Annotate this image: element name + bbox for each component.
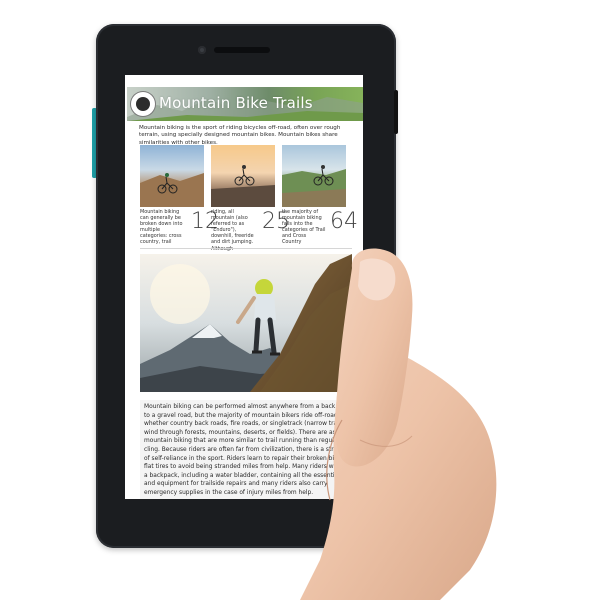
body-line: wind through forests, mountains, deserts…: [144, 429, 360, 436]
feature-number-3: 64: [330, 209, 358, 234]
body-line: a backpack, including a water bladder, c…: [144, 472, 335, 479]
body-line: Mountain biking can be performed almost …: [144, 404, 351, 410]
body-line: cling. Because riders are often far from…: [144, 446, 351, 453]
article-body-text: Mountain biking can be performed almost …: [144, 403, 360, 498]
feature-caption-3: the majority of mountain biking falls in…: [282, 209, 326, 246]
mountain-bike-logo-icon: [131, 92, 155, 116]
thumbnail-2: [211, 145, 275, 207]
body-line: whether country back roads, fire roads, …: [144, 421, 358, 428]
feature-caption-1: Mountain biking can generally be broken …: [140, 209, 183, 246]
body-line: of self-reliance in the sport. Riders le…: [144, 455, 344, 462]
tablet-screen: Mountain Bike Trails Mountain biking is …: [125, 75, 363, 499]
article-intro: Mountain biking is the sport of riding b…: [139, 125, 341, 146]
thumbnail-3: [282, 145, 346, 207]
body-line: emergency supplies in the case of injury…: [144, 489, 314, 496]
thumbnail-1: [140, 145, 204, 207]
front-camera: [198, 46, 206, 54]
section-divider: [140, 248, 352, 249]
body-line: and equipment for trailside repairs and …: [144, 481, 328, 488]
body-line: flat tires to avoid being stranded miles…: [144, 464, 334, 471]
body-line: to a gravel road, but the majority of mo…: [144, 412, 356, 419]
article-body: Mountain biking can be performed almost …: [140, 400, 360, 499]
body-line: mountain biking that are more similar to…: [144, 438, 356, 445]
article-title: Mountain Bike Trails: [159, 94, 313, 112]
article-banner: Mountain Bike Trails: [127, 87, 363, 121]
earpiece-speaker: [214, 47, 270, 53]
hero-image: [140, 254, 352, 392]
power-button: [394, 90, 398, 134]
feature-caption-2: riding, all mountain (also referred to a…: [211, 209, 254, 252]
